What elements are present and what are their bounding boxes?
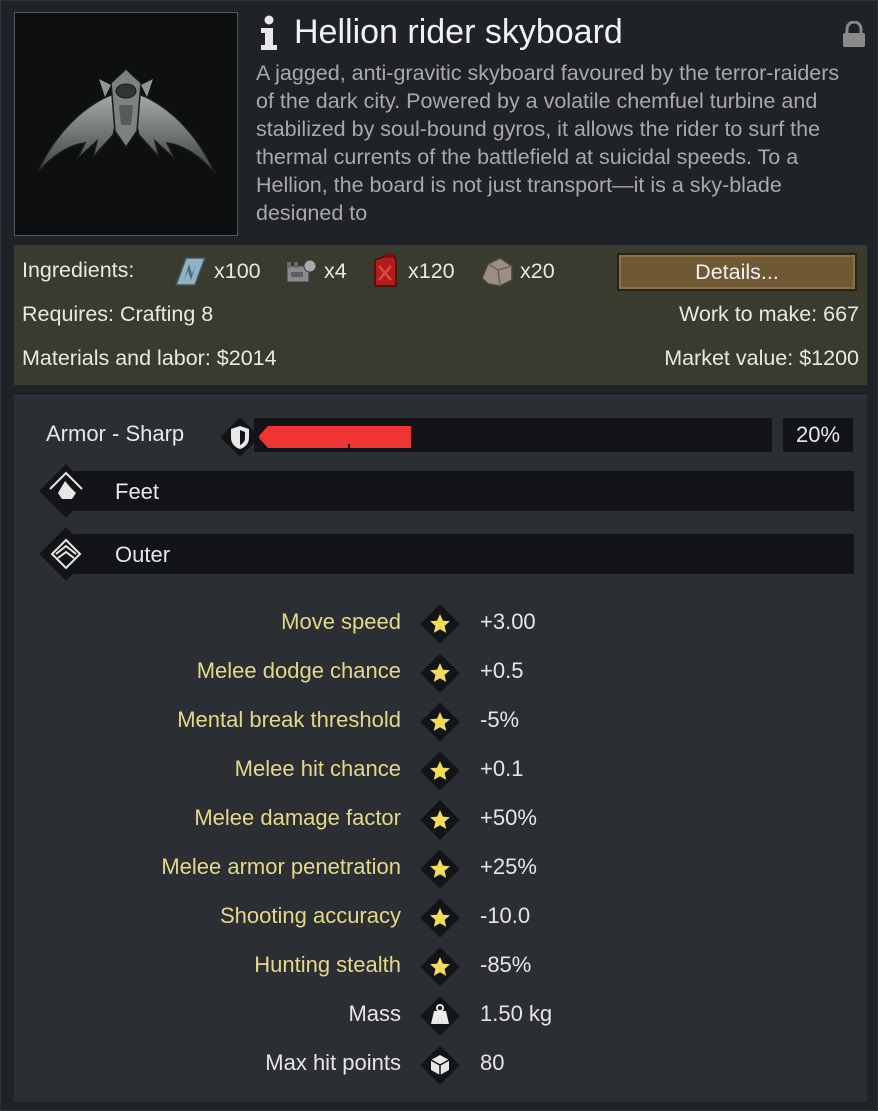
layer-label: Outer: [115, 542, 171, 567]
weight-icon: [420, 996, 460, 1036]
component-icon: [286, 259, 317, 283]
stat-value: +50%: [480, 805, 537, 830]
layer-row-feet: Feet: [34, 464, 854, 518]
armor-percent: 20%: [783, 418, 853, 452]
star-icon: [420, 800, 460, 840]
stat-name: Melee armor penetration: [161, 854, 401, 879]
stone-chunk-icon: [481, 257, 513, 287]
stat-value: +3.00: [480, 609, 536, 634]
stat-name: Melee damage factor: [194, 805, 401, 830]
layer-bar: [74, 534, 854, 574]
ingredient-item[interactable]: x20: [478, 251, 555, 291]
stat-name: Shooting accuracy: [220, 903, 401, 928]
work-to-make-text: Work to make: 667: [678, 302, 859, 326]
requires-text: Requires: Crafting 8: [22, 302, 214, 326]
info-icon[interactable]: [256, 15, 282, 51]
stat-value: +25%: [480, 854, 537, 879]
cube-icon: [420, 1045, 460, 1085]
plasteel-icon: [174, 257, 207, 286]
stat-name: Move speed: [281, 609, 401, 634]
stat-row[interactable]: Mental break threshold -5%: [14, 697, 867, 742]
armor-bar: [254, 418, 772, 452]
stat-name: Max hit points: [265, 1050, 401, 1075]
stat-row[interactable]: Hunting stealth -85%: [14, 942, 867, 987]
ingredient-qty: x120: [408, 258, 455, 283]
stat-row[interactable]: Move speed +3.00: [14, 599, 867, 644]
stat-name: Melee hit chance: [234, 756, 401, 781]
stats-panel: Armor - Sharp 20% Feet Outer Move speed …: [14, 395, 867, 1102]
stat-row[interactable]: Melee hit chance +0.1: [14, 746, 867, 791]
star-icon: [420, 751, 460, 791]
star-icon: [420, 849, 460, 889]
armor-label: Armor - Sharp: [46, 421, 185, 446]
star-icon: [420, 702, 460, 742]
feet-icon: [39, 464, 93, 518]
stat-value: -10.0: [480, 903, 531, 928]
stat-value: -5%: [480, 707, 520, 732]
ingredient-qty: x20: [520, 258, 555, 283]
star-icon: [420, 653, 460, 693]
layer-label: Feet: [115, 479, 160, 504]
item-portrait: [14, 12, 238, 236]
materials-labor-text: Materials and labor: $2014: [22, 346, 277, 370]
stat-value: +0.5: [480, 658, 524, 683]
star-icon: [420, 604, 460, 644]
ingredients-label: Ingredients:: [22, 258, 135, 282]
skyboard-image: [36, 67, 216, 174]
stat-row[interactable]: Max hit points 80: [14, 1040, 867, 1085]
shield-icon: [220, 417, 260, 457]
item-description: A jagged, anti-gravitic skyboard favoure…: [256, 61, 840, 221]
stat-name: Mass: [348, 1001, 401, 1026]
stat-value: 1.50 kg: [480, 1001, 553, 1026]
recipe-panel: Ingredients: x100 x4 x120 x20 Details...…: [14, 245, 867, 385]
layer-bar: [74, 471, 854, 511]
stat-row[interactable]: Melee damage factor +50%: [14, 795, 867, 840]
stat-name: Hunting stealth: [254, 952, 401, 977]
stat-value: 80: [480, 1050, 505, 1075]
stat-value: +0.1: [480, 756, 524, 781]
details-button[interactable]: Details...: [617, 253, 857, 291]
market-value-text: Market value: $1200: [664, 346, 859, 370]
layer-row-outer: Outer: [34, 527, 854, 581]
ingredient-item[interactable]: x4: [282, 251, 347, 291]
armor-bar-fill: [258, 426, 411, 448]
item-info-window: Hellion rider skyboard A jagged, anti-gr…: [0, 0, 878, 1111]
star-icon: [420, 947, 460, 987]
chemfuel-icon: [374, 253, 397, 287]
stat-name: Mental break threshold: [177, 707, 401, 732]
stat-row[interactable]: Mass 1.50 kg: [14, 991, 867, 1036]
outer-layer-icon: [39, 527, 93, 581]
lock-icon[interactable]: [841, 21, 867, 49]
ingredient-qty: x100: [214, 258, 261, 283]
item-title: Hellion rider skyboard: [294, 13, 623, 51]
stat-row[interactable]: Melee dodge chance +0.5: [14, 648, 867, 693]
armor-bar-tick: [348, 444, 350, 452]
stat-value: -85%: [480, 952, 532, 977]
ingredient-item[interactable]: x120: [366, 251, 455, 291]
stat-row[interactable]: Shooting accuracy -10.0: [14, 893, 867, 938]
ingredient-qty: x4: [324, 258, 347, 283]
ingredient-item[interactable]: x100: [172, 251, 261, 291]
stat-row[interactable]: Melee armor penetration +25%: [14, 844, 867, 889]
star-icon: [420, 898, 460, 938]
stat-name: Melee dodge chance: [196, 658, 401, 683]
